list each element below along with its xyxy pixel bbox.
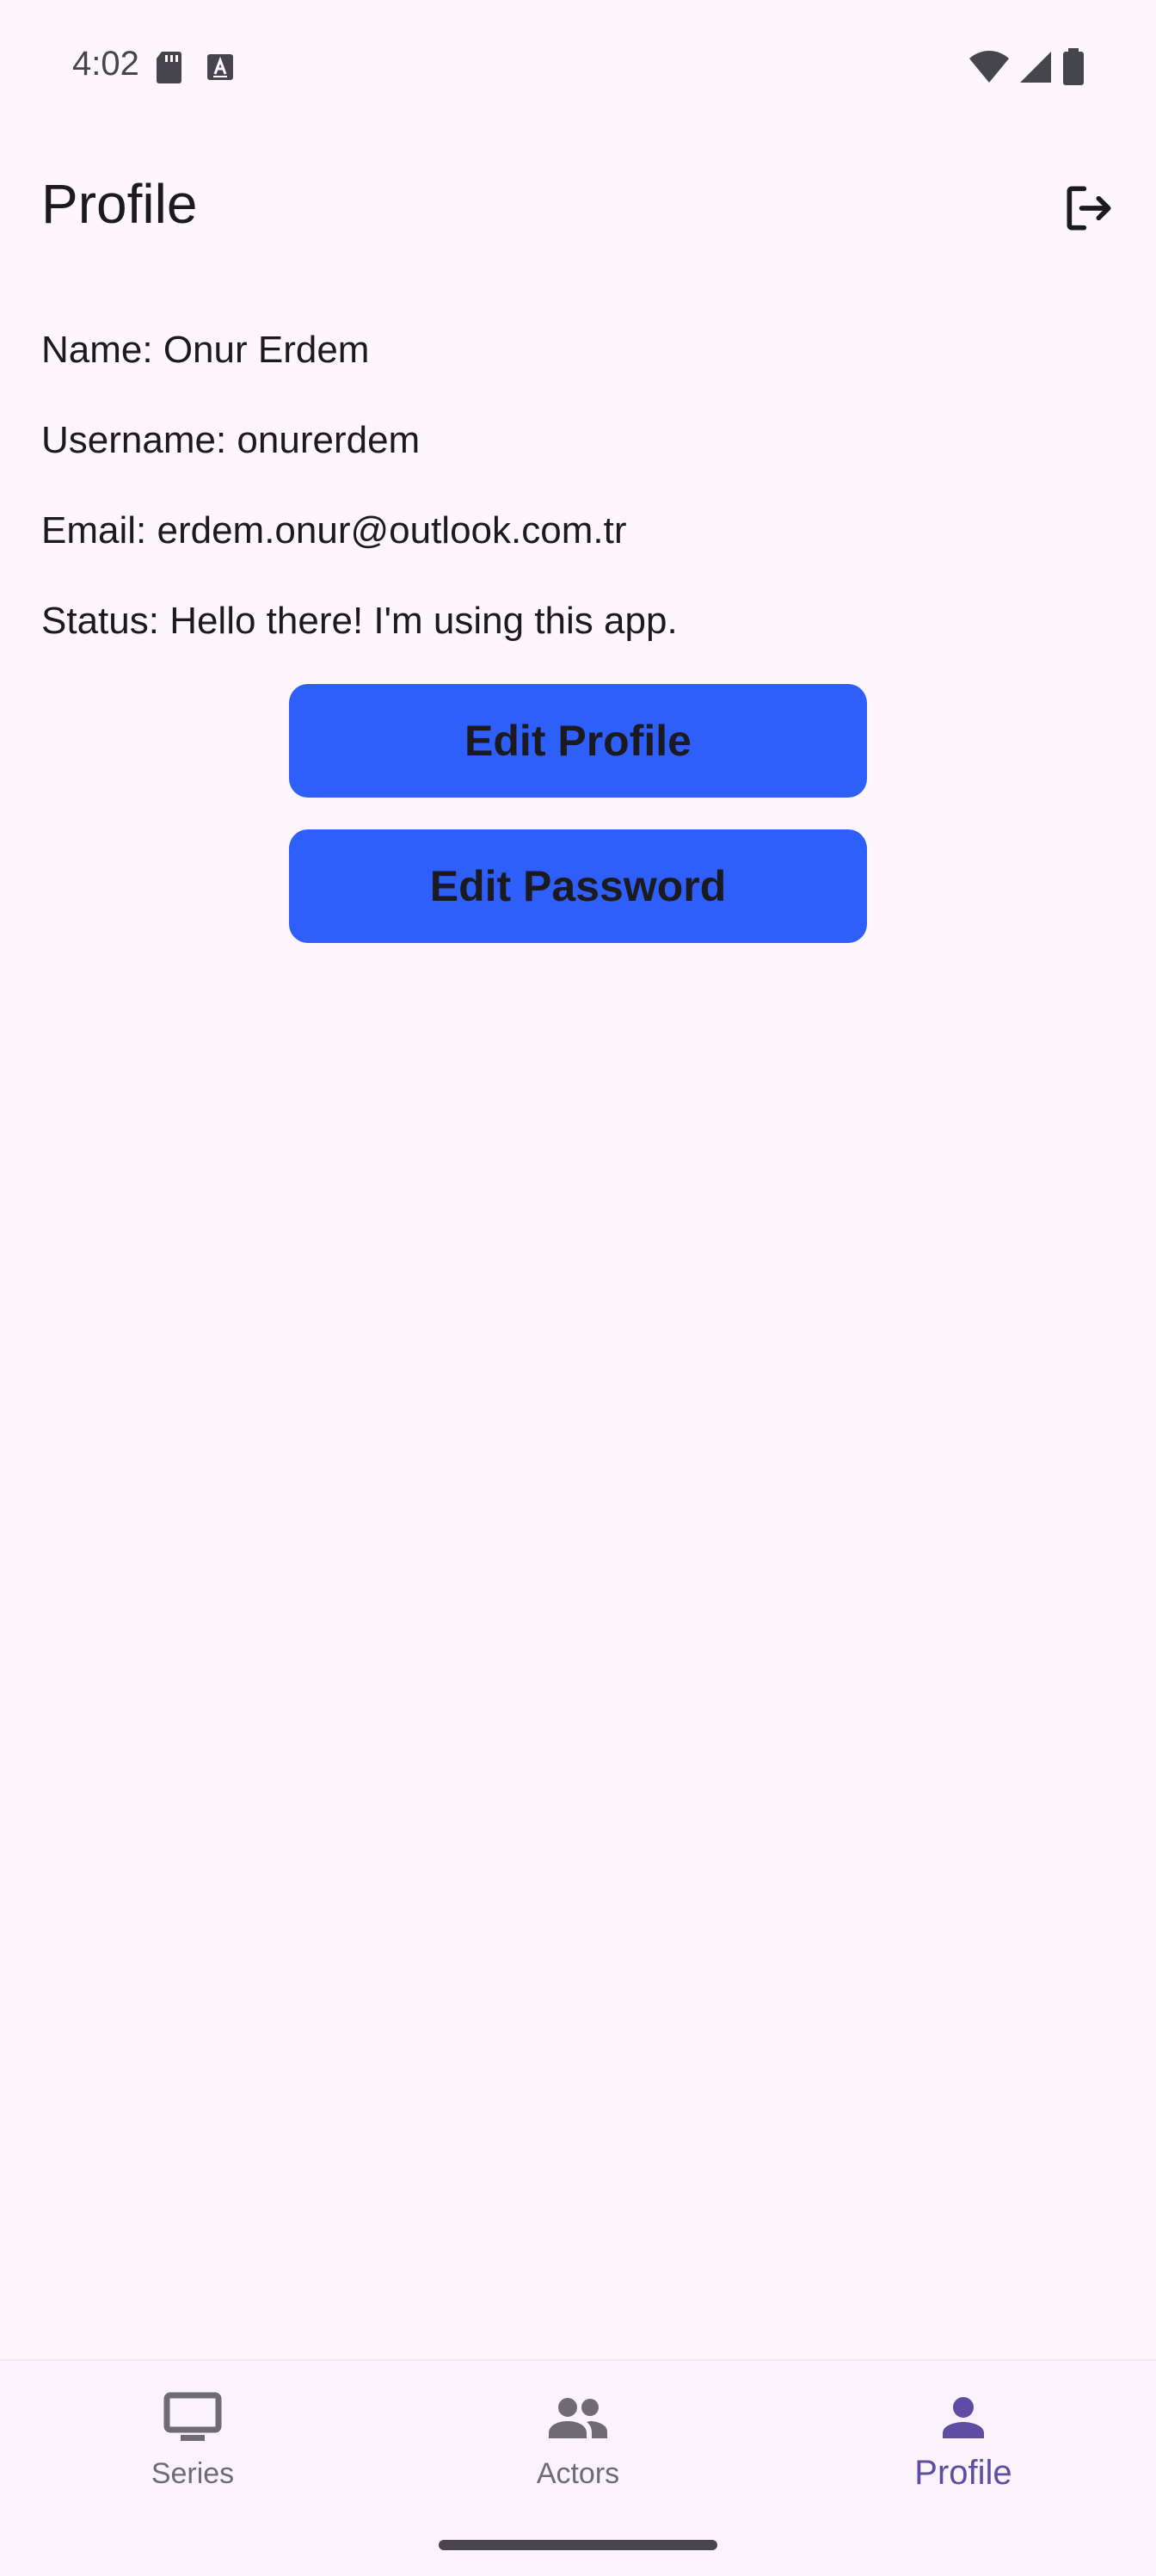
text-a-icon [206, 53, 234, 85]
profile-status: Status: Hello there! I'm using this app. [41, 600, 678, 642]
nav-label-actors: Actors [536, 2457, 620, 2490]
logout-button[interactable] [1053, 172, 1125, 244]
home-indicator[interactable] [439, 2540, 717, 2550]
edit-profile-button[interactable]: Edit Profile [289, 684, 867, 798]
cellular-signal-icon [1018, 50, 1053, 89]
nav-item-actors[interactable]: Actors [385, 2361, 771, 2533]
nav-label-profile: Profile [914, 2454, 1012, 2492]
profile-username: Username: onurerdem [41, 419, 421, 461]
tv-icon [163, 2390, 222, 2445]
people-icon [547, 2390, 609, 2445]
status-icons-right [968, 48, 1085, 90]
status-time: 4:02 [72, 45, 139, 83]
battery-icon [1061, 48, 1085, 90]
nav-item-profile[interactable]: Profile [771, 2361, 1156, 2533]
profile-email: Email: erdem.onur@outlook.com.tr [41, 509, 627, 552]
nav-label-series: Series [151, 2457, 235, 2490]
app-bar: Profile [0, 155, 1156, 258]
edit-password-button[interactable]: Edit Password [289, 829, 867, 943]
wifi-icon [968, 50, 1010, 89]
sd-card-icon [155, 50, 182, 89]
person-icon [941, 2390, 986, 2445]
page-title: Profile [41, 173, 198, 235]
status-icons-left [155, 50, 234, 89]
logout-icon [1067, 186, 1111, 231]
nav-item-series[interactable]: Series [0, 2361, 385, 2533]
profile-name: Name: Onur Erdem [41, 329, 370, 371]
status-bar: 4:02 [0, 0, 1156, 138]
